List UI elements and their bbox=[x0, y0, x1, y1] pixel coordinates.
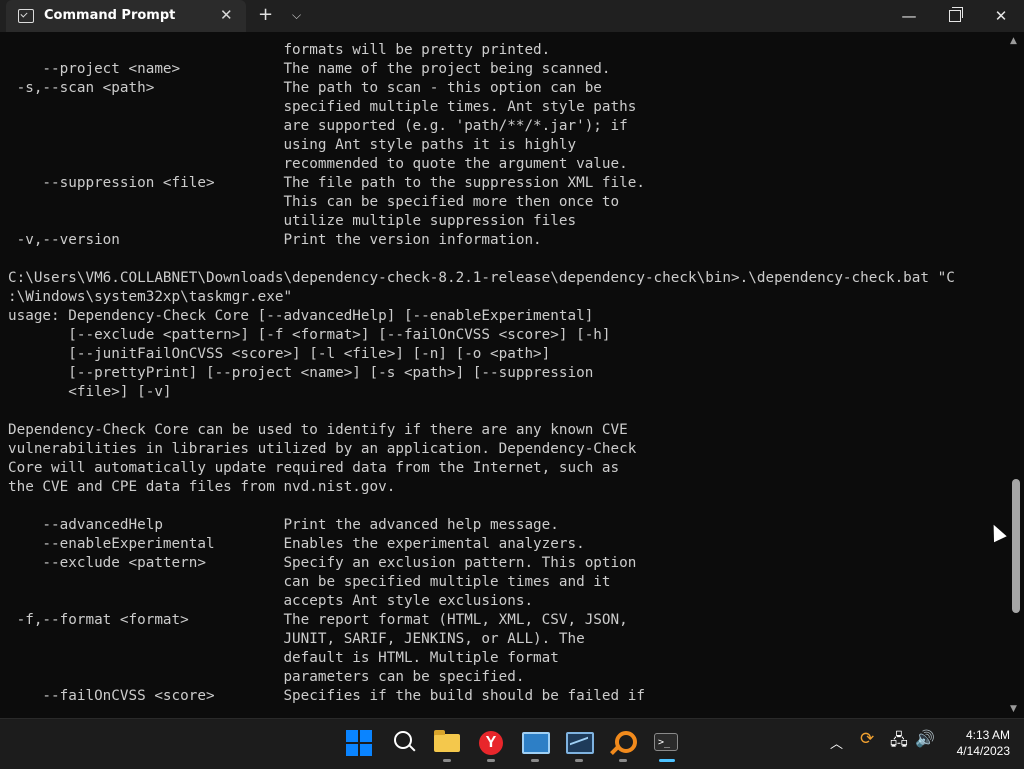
scroll-down-arrow-icon[interactable]: ▼ bbox=[1010, 704, 1017, 714]
scrollbar-thumb[interactable] bbox=[1012, 479, 1020, 613]
running-indicator bbox=[443, 759, 451, 762]
start-button[interactable] bbox=[345, 729, 373, 757]
close-tab-icon[interactable]: ✕ bbox=[220, 6, 233, 24]
clock-time: 4:13 AM bbox=[965, 728, 1010, 742]
cmd-icon bbox=[18, 9, 34, 23]
running-indicator bbox=[487, 759, 495, 762]
vertical-scrollbar[interactable]: ▲ ▼ bbox=[1006, 32, 1024, 718]
tab-dropdown-button[interactable]: ⌵ bbox=[292, 8, 301, 23]
minimize-button[interactable]: — bbox=[886, 0, 932, 32]
file-explorer-icon[interactable] bbox=[433, 729, 461, 762]
chevron-up-icon[interactable]: ︿ bbox=[830, 733, 843, 752]
terminal-icon[interactable]: >_ bbox=[653, 729, 681, 762]
running-indicator bbox=[575, 759, 583, 762]
maximize-button[interactable] bbox=[932, 0, 978, 32]
title-bar: Command Prompt ✕ + ⌵ — ✕ bbox=[0, 0, 1024, 32]
sync-icon[interactable]: ⟳ bbox=[860, 729, 874, 749]
terminal-output-area[interactable]: formats will be pretty printed. --projec… bbox=[0, 32, 1006, 718]
clock[interactable]: 4:13 AM 4/14/2023 bbox=[944, 727, 1010, 759]
close-window-button[interactable]: ✕ bbox=[978, 0, 1024, 32]
active-indicator bbox=[659, 759, 675, 762]
yandex-browser-icon[interactable]: Y bbox=[477, 729, 505, 762]
running-indicator bbox=[619, 759, 627, 762]
restore-icon bbox=[949, 7, 963, 22]
running-indicator bbox=[531, 759, 539, 762]
volume-icon[interactable]: 🔊 bbox=[915, 729, 935, 748]
search-tool-icon[interactable] bbox=[609, 729, 637, 762]
tab-command-prompt[interactable]: Command Prompt ✕ bbox=[6, 0, 246, 32]
taskbar: Y >_ ︿ ⟳ 🖧 🔊 4:13 AM 4/14/2023 bbox=[0, 718, 1024, 769]
remote-desktop-icon[interactable] bbox=[521, 729, 550, 762]
new-tab-button[interactable]: + bbox=[258, 4, 273, 25]
network-icon[interactable]: 🖧 bbox=[890, 729, 908, 756]
tab-title: Command Prompt bbox=[44, 8, 176, 23]
terminal-text: formats will be pretty printed. --projec… bbox=[8, 42, 955, 704]
windows-logo-icon bbox=[346, 730, 358, 742]
clock-date: 4/14/2023 bbox=[956, 744, 1010, 758]
search-icon[interactable] bbox=[391, 729, 419, 757]
scroll-up-arrow-icon[interactable]: ▲ bbox=[1010, 36, 1017, 46]
resource-monitor-icon[interactable] bbox=[565, 729, 594, 762]
